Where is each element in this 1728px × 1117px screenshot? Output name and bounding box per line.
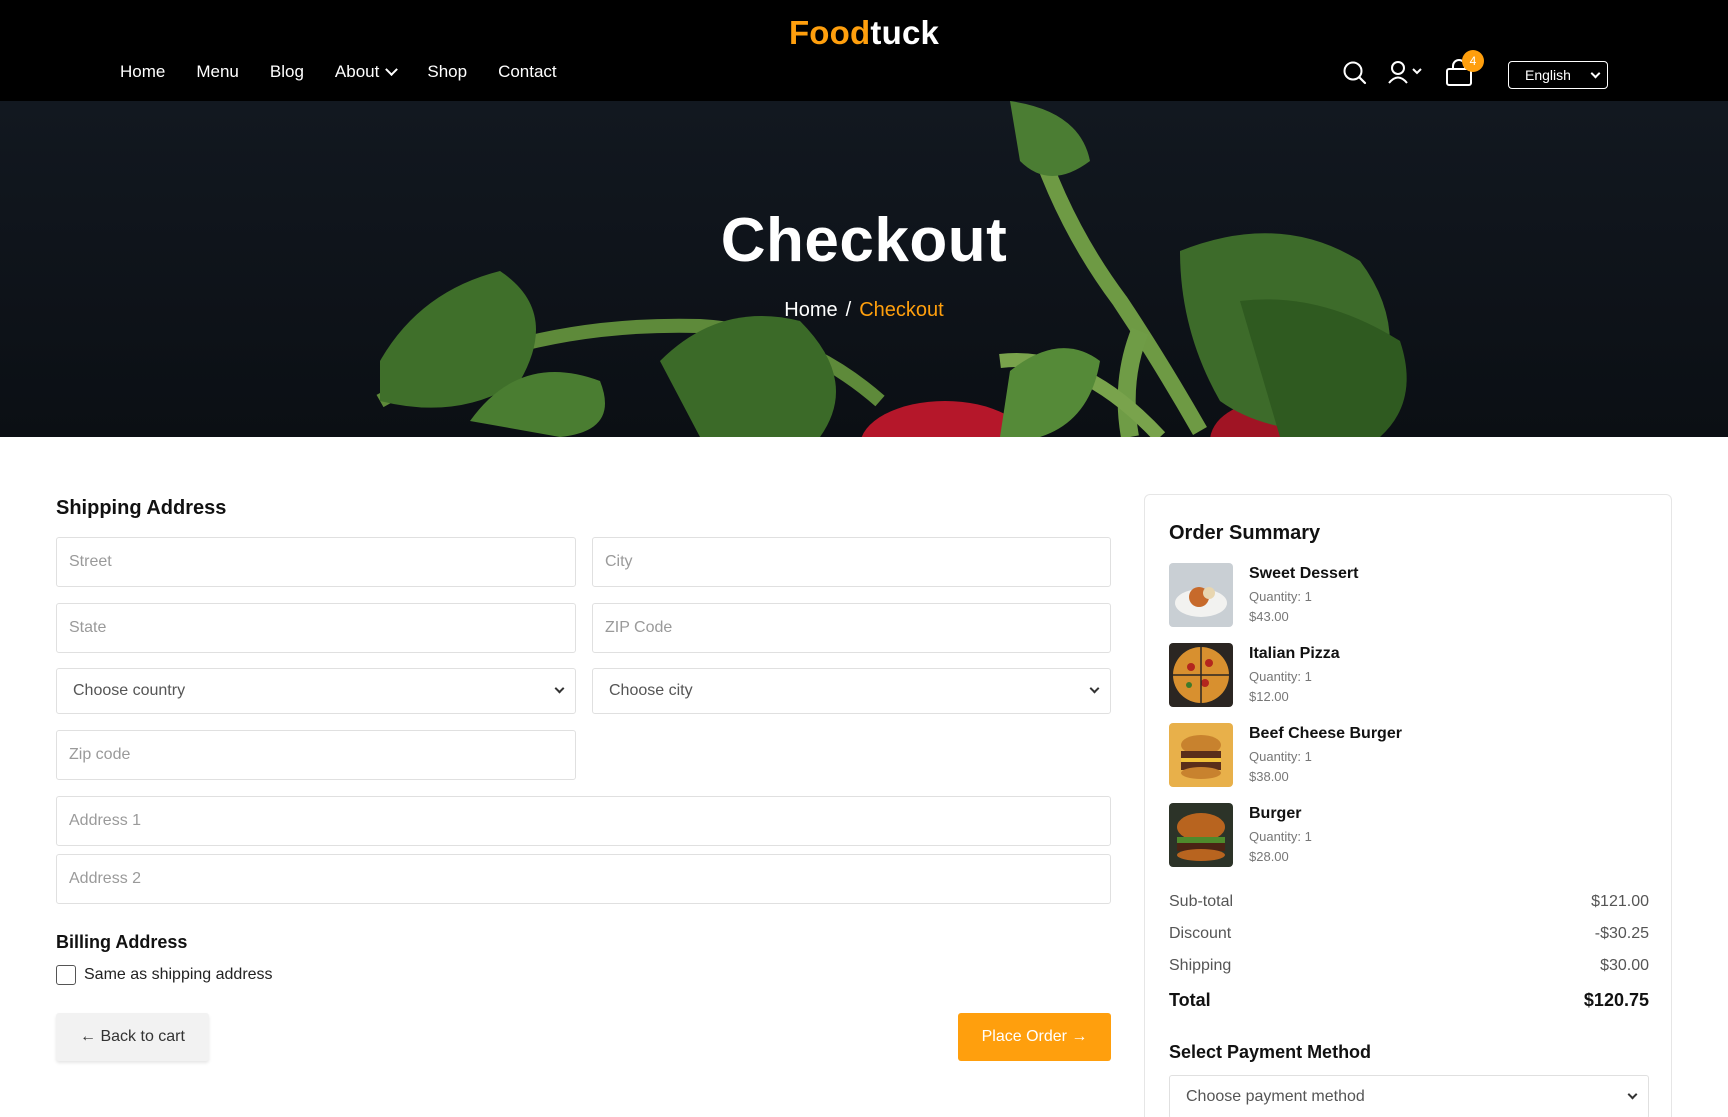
summary-item: Burger Quantity: 1 $28.00 [1169, 803, 1649, 873]
logo[interactable]: Foodtuck [0, 14, 1728, 52]
summary-item: Italian Pizza Quantity: 1 $12.00 [1169, 643, 1649, 713]
breadcrumb: Home / Checkout [0, 299, 1728, 322]
shipping-heading: Shipping Address [56, 497, 227, 519]
logo-part-tuck: tuck [870, 14, 940, 51]
logo-part-food: Food [788, 14, 871, 51]
shipping-row: Shipping $30.00 [1169, 957, 1649, 975]
language-select[interactable]: English [1508, 61, 1608, 89]
nav-contact[interactable]: Contact [498, 62, 557, 82]
hero-banner: Checkout Home / Checkout [0, 101, 1728, 437]
payment-method-heading: Select Payment Method [1169, 1042, 1372, 1062]
beef-cheese-burger-image [1169, 723, 1233, 787]
chevron-down-icon [1627, 1089, 1638, 1100]
total-value: $120.75 [1583, 990, 1649, 1010]
address2-input[interactable]: Address 2 [56, 854, 1111, 904]
sweet-dessert-image [1169, 563, 1233, 627]
nav-about[interactable]: About [334, 62, 399, 82]
subtotal-label: Sub-total [1169, 893, 1234, 910]
chevron-down-icon [385, 62, 399, 76]
item-price: $28.00 [1249, 849, 1289, 864]
item-quantity: Quantity: 1 [1249, 669, 1312, 684]
discount-row: Discount -$30.25 [1169, 925, 1649, 943]
payment-method-select[interactable]: Choose payment method [1169, 1075, 1649, 1117]
breadcrumb-current: Checkout [859, 299, 944, 321]
nav-shop[interactable]: Shop [427, 62, 467, 82]
same-as-shipping-row: Same as shipping address [56, 965, 273, 985]
subtotal-row: Sub-total $121.00 [1169, 893, 1649, 911]
nav-menu[interactable]: Menu [196, 62, 239, 82]
discount-label: Discount [1169, 925, 1232, 942]
cart-icon[interactable]: 4 [1444, 50, 1484, 88]
item-quantity: Quantity: 1 [1249, 749, 1312, 764]
item-price: $12.00 [1249, 689, 1289, 704]
summary-item: Sweet Dessert Quantity: 1 $43.00 [1169, 563, 1649, 633]
item-price: $43.00 [1249, 609, 1289, 624]
user-icon[interactable] [1388, 60, 1424, 86]
zip-input[interactable]: ZIP Code [592, 603, 1111, 653]
city-select-value: Choose city [609, 682, 693, 699]
discount-value: -$30.25 [1594, 925, 1649, 942]
page-title: Checkout [720, 206, 1008, 275]
search-icon[interactable] [1342, 60, 1368, 86]
back-to-cart-button[interactable]: ← Back to cart [56, 1013, 209, 1061]
item-price: $38.00 [1249, 769, 1289, 784]
payment-method-value: Choose payment method [1186, 1088, 1365, 1105]
item-quantity: Quantity: 1 [1249, 589, 1312, 604]
zip-code-input[interactable]: Zip code [56, 730, 576, 780]
subtotal-value: $121.00 [1591, 893, 1649, 910]
breadcrumb-separator: / [845, 299, 852, 321]
same-as-shipping-label: Same as shipping address [84, 966, 273, 983]
nav-about-label: About [334, 62, 380, 81]
chevron-down-icon [554, 683, 565, 694]
main-nav: Home Menu Blog About Shop Contact [120, 62, 588, 82]
state-input[interactable]: State [56, 603, 576, 653]
item-name: Sweet Dessert [1249, 565, 1359, 582]
city-input[interactable]: City [592, 537, 1111, 587]
city-select[interactable]: Choose city [592, 668, 1111, 714]
street-input[interactable]: Street [56, 537, 576, 587]
summary-item: Beef Cheese Burger Quantity: 1 $38.00 [1169, 723, 1649, 793]
item-name: Burger [1249, 805, 1302, 822]
total-label: Total [1169, 990, 1211, 1010]
nav-home[interactable]: Home [120, 62, 165, 82]
item-name: Italian Pizza [1249, 645, 1340, 662]
burger-image [1169, 803, 1233, 867]
total-row: Total $120.75 [1169, 990, 1649, 1011]
order-summary: Order Summary Sweet Dessert Quantity: 1 … [1144, 494, 1672, 1117]
language-value: English [1525, 67, 1571, 83]
place-order-button[interactable]: Place Order → [958, 1013, 1111, 1061]
country-select[interactable]: Choose country [56, 668, 576, 714]
chevron-down-icon [1089, 683, 1100, 694]
shipping-label: Shipping [1169, 957, 1232, 974]
breadcrumb-home[interactable]: Home [784, 299, 837, 321]
nav-blog[interactable]: Blog [270, 62, 304, 82]
cart-count-badge: 4 [1462, 50, 1484, 72]
chevron-down-icon [1590, 68, 1601, 79]
order-summary-title: Order Summary [1169, 522, 1321, 544]
site-header: Foodtuck Home Menu Blog About Shop Conta… [0, 0, 1728, 101]
item-name: Beef Cheese Burger [1249, 725, 1402, 742]
header-actions: 4 [1342, 50, 1484, 88]
country-select-value: Choose country [73, 682, 186, 699]
shipping-value: $30.00 [1600, 957, 1649, 974]
address1-input[interactable]: Address 1 [56, 796, 1111, 846]
billing-heading: Billing Address [56, 932, 188, 952]
same-as-shipping-checkbox[interactable] [56, 965, 76, 985]
item-quantity: Quantity: 1 [1249, 829, 1312, 844]
italian-pizza-image [1169, 643, 1233, 707]
